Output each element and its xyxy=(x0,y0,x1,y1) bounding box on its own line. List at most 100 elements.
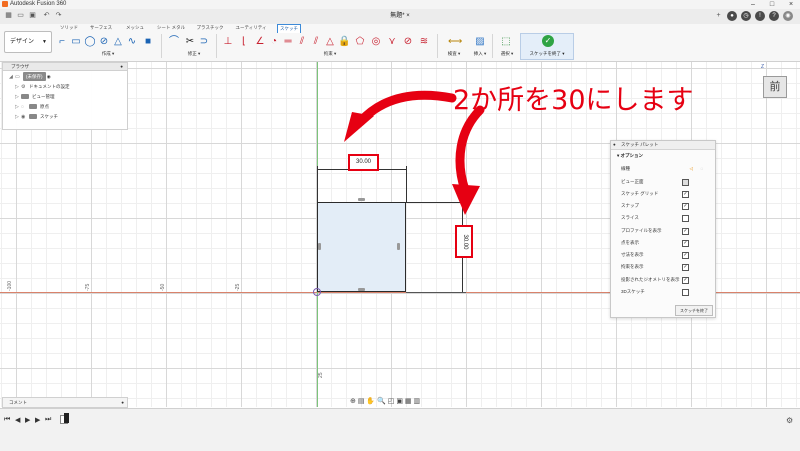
tab-utility[interactable]: ユーティリティ xyxy=(234,24,268,32)
palette-row-snap[interactable]: スナップ ✓ xyxy=(621,201,711,210)
browser-node-sketches[interactable]: ▷ ◉ スケッチ xyxy=(15,112,125,121)
job-status-icon[interactable]: ◷ xyxy=(741,11,751,21)
grid-settings-icon[interactable]: ▦ xyxy=(405,398,412,405)
insert-image-icon[interactable]: ▨ xyxy=(474,35,486,48)
symmetry-icon[interactable]: ⋎ xyxy=(386,35,398,48)
data-panel-icon[interactable]: ▦ xyxy=(4,12,13,20)
dimension-right-box[interactable]: 30.00 xyxy=(455,225,473,258)
tab-surface[interactable]: サーフェス xyxy=(88,24,114,32)
trim-tool-icon[interactable]: ✂ xyxy=(184,35,196,48)
concentric-icon[interactable]: ⬠ xyxy=(354,35,366,48)
extensions-icon[interactable]: ● xyxy=(727,11,737,21)
arc-tool-icon[interactable]: ⊘ xyxy=(98,35,110,48)
measure-icon[interactable]: ⟷ xyxy=(448,35,462,48)
tab-solid[interactable]: ソリッド xyxy=(58,24,80,32)
perpendicular-icon[interactable]: ⫽ xyxy=(296,35,308,48)
palette-row-linetype[interactable]: 線種 ◁ ◌ xyxy=(621,164,711,173)
checkbox[interactable] xyxy=(682,289,689,296)
curvature-icon[interactable]: ⊘ xyxy=(402,35,414,48)
origin-point[interactable] xyxy=(313,288,321,296)
play-icon[interactable]: ▶ xyxy=(25,416,30,424)
browser-root[interactable]: ◢ ▭ (未保存) ◉ xyxy=(9,72,119,81)
checkbox[interactable] xyxy=(682,215,689,222)
redo-icon[interactable]: ↷ xyxy=(54,12,63,20)
close-icon[interactable]: × xyxy=(782,0,800,9)
viewports-icon[interactable]: ▥ xyxy=(413,398,420,405)
group-modify[interactable]: 修正 ▾ xyxy=(176,51,212,57)
save-icon[interactable]: ▣ xyxy=(28,12,37,20)
notifications-icon[interactable]: ! xyxy=(755,11,765,21)
new-tab-icon[interactable]: + xyxy=(714,12,723,20)
checkbox[interactable]: ✓ xyxy=(682,252,689,259)
midpoint-icon[interactable]: △ xyxy=(324,35,336,48)
display-settings-icon[interactable]: ▣ xyxy=(396,398,403,405)
palette-row-grid[interactable]: スケッチ グリッド ✓ xyxy=(621,189,711,198)
file-icon[interactable]: ▭ xyxy=(16,12,25,20)
look-at-icon[interactable] xyxy=(682,179,689,186)
palette-row-show-constraints[interactable]: 拘束を表示 ✓ xyxy=(621,262,711,271)
checkbox[interactable]: ✓ xyxy=(682,240,689,247)
circle-tool-icon[interactable]: ◯ xyxy=(84,35,96,48)
rectangle-tool-icon[interactable]: ▭ xyxy=(70,35,82,48)
gear-icon[interactable]: ⚙ xyxy=(786,416,793,425)
comments-panel[interactable]: コメント ● xyxy=(2,397,128,408)
help-icon[interactable]: ? xyxy=(769,11,779,21)
centerline-icon[interactable]: ◌ xyxy=(700,164,703,173)
tab-plastic[interactable]: プラスチック xyxy=(195,24,225,32)
pin-icon[interactable]: ● xyxy=(120,63,123,70)
palette-finish-sketch-button[interactable]: スケッチを終了 xyxy=(675,305,713,316)
checkbox[interactable]: ✓ xyxy=(682,191,689,198)
fillet-tool-icon[interactable]: ⌒ xyxy=(168,35,180,48)
checkbox[interactable]: ✓ xyxy=(682,203,689,210)
palette-section-options[interactable]: ▾ オプション xyxy=(617,153,643,159)
browser-node-document-settings[interactable]: ▷ ⚙ ドキュメントの設定 xyxy=(15,82,125,91)
next-frame-icon[interactable]: ▶ xyxy=(35,416,40,424)
palette-header[interactable]: スケッチ パレット ● xyxy=(611,141,715,150)
palette-row-show-projected[interactable]: 投影されたジオメトリを表示 ✓ xyxy=(621,275,711,284)
construction-icon[interactable]: ◁ xyxy=(690,164,693,173)
lock-icon[interactable]: 🔒 xyxy=(338,35,350,48)
workspace-switcher[interactable]: デザイン ▼ xyxy=(4,31,52,53)
finish-sketch-button[interactable]: ✓ スケッチを終了 ▾ xyxy=(520,33,574,60)
polygon-tool-icon[interactable]: △ xyxy=(112,35,124,48)
browser-header[interactable]: ブラウザ ● xyxy=(3,63,127,71)
palette-row-look-at[interactable]: ビュー正面 xyxy=(621,177,711,186)
coincident-icon[interactable]: ⌊ xyxy=(238,35,250,48)
spline-tool-icon[interactable]: ∿ xyxy=(126,35,138,48)
document-tab[interactable]: 無題* × xyxy=(370,10,430,22)
orbit-icon[interactable]: ⊕ xyxy=(350,398,356,405)
minimize-icon[interactable]: – xyxy=(744,0,762,9)
horizontal-vertical-icon[interactable]: ⊥ xyxy=(222,35,234,48)
view-cube[interactable]: Z 前 xyxy=(757,64,787,100)
timeline-marker[interactable] xyxy=(64,413,69,423)
eye-icon[interactable]: ◉ xyxy=(21,113,29,122)
browser-node-origin[interactable]: ▷ ◌ 原点 xyxy=(15,102,125,111)
equal-icon[interactable]: ◔ xyxy=(268,35,280,48)
palette-row-3d-sketch[interactable]: 3Dスケッチ xyxy=(621,287,711,296)
view-cube-front-face[interactable]: 前 xyxy=(763,76,787,98)
palette-row-slice[interactable]: スライス xyxy=(621,213,711,222)
maximize-icon[interactable]: □ xyxy=(763,0,781,9)
smooth-icon[interactable]: ≋ xyxy=(418,35,430,48)
fix-icon[interactable]: ⫽ xyxy=(310,35,322,48)
group-constraints[interactable]: 拘束 ▾ xyxy=(310,51,350,57)
pin-icon[interactable]: ● xyxy=(121,398,124,407)
line-tool-icon[interactable]: ⌐ xyxy=(56,35,68,48)
last-frame-icon[interactable]: ⏭ xyxy=(45,416,51,424)
project-tool-icon[interactable]: ■ xyxy=(142,35,154,48)
collinear-icon[interactable]: ◎ xyxy=(370,35,382,48)
checkbox[interactable]: ✓ xyxy=(682,264,689,271)
zoom-icon[interactable]: 🔍 xyxy=(377,398,386,405)
fit-icon[interactable]: ◰ xyxy=(388,398,395,405)
look-at-icon[interactable]: ▤ xyxy=(358,398,365,405)
pin-icon[interactable]: ● xyxy=(613,141,616,149)
checkbox[interactable]: ✓ xyxy=(682,277,689,284)
tab-mesh[interactable]: メッシュ xyxy=(124,24,146,32)
eye-icon[interactable]: ◌ xyxy=(21,103,29,112)
previous-frame-icon[interactable]: ◀ xyxy=(15,416,20,424)
group-inspect[interactable]: 検査 ▾ xyxy=(440,51,468,57)
first-frame-icon[interactable]: ⏮ xyxy=(4,416,10,424)
tab-sketch[interactable]: スケッチ xyxy=(277,24,301,33)
radio-icon[interactable]: ◉ xyxy=(47,74,51,79)
undo-icon[interactable]: ↶ xyxy=(42,12,51,20)
